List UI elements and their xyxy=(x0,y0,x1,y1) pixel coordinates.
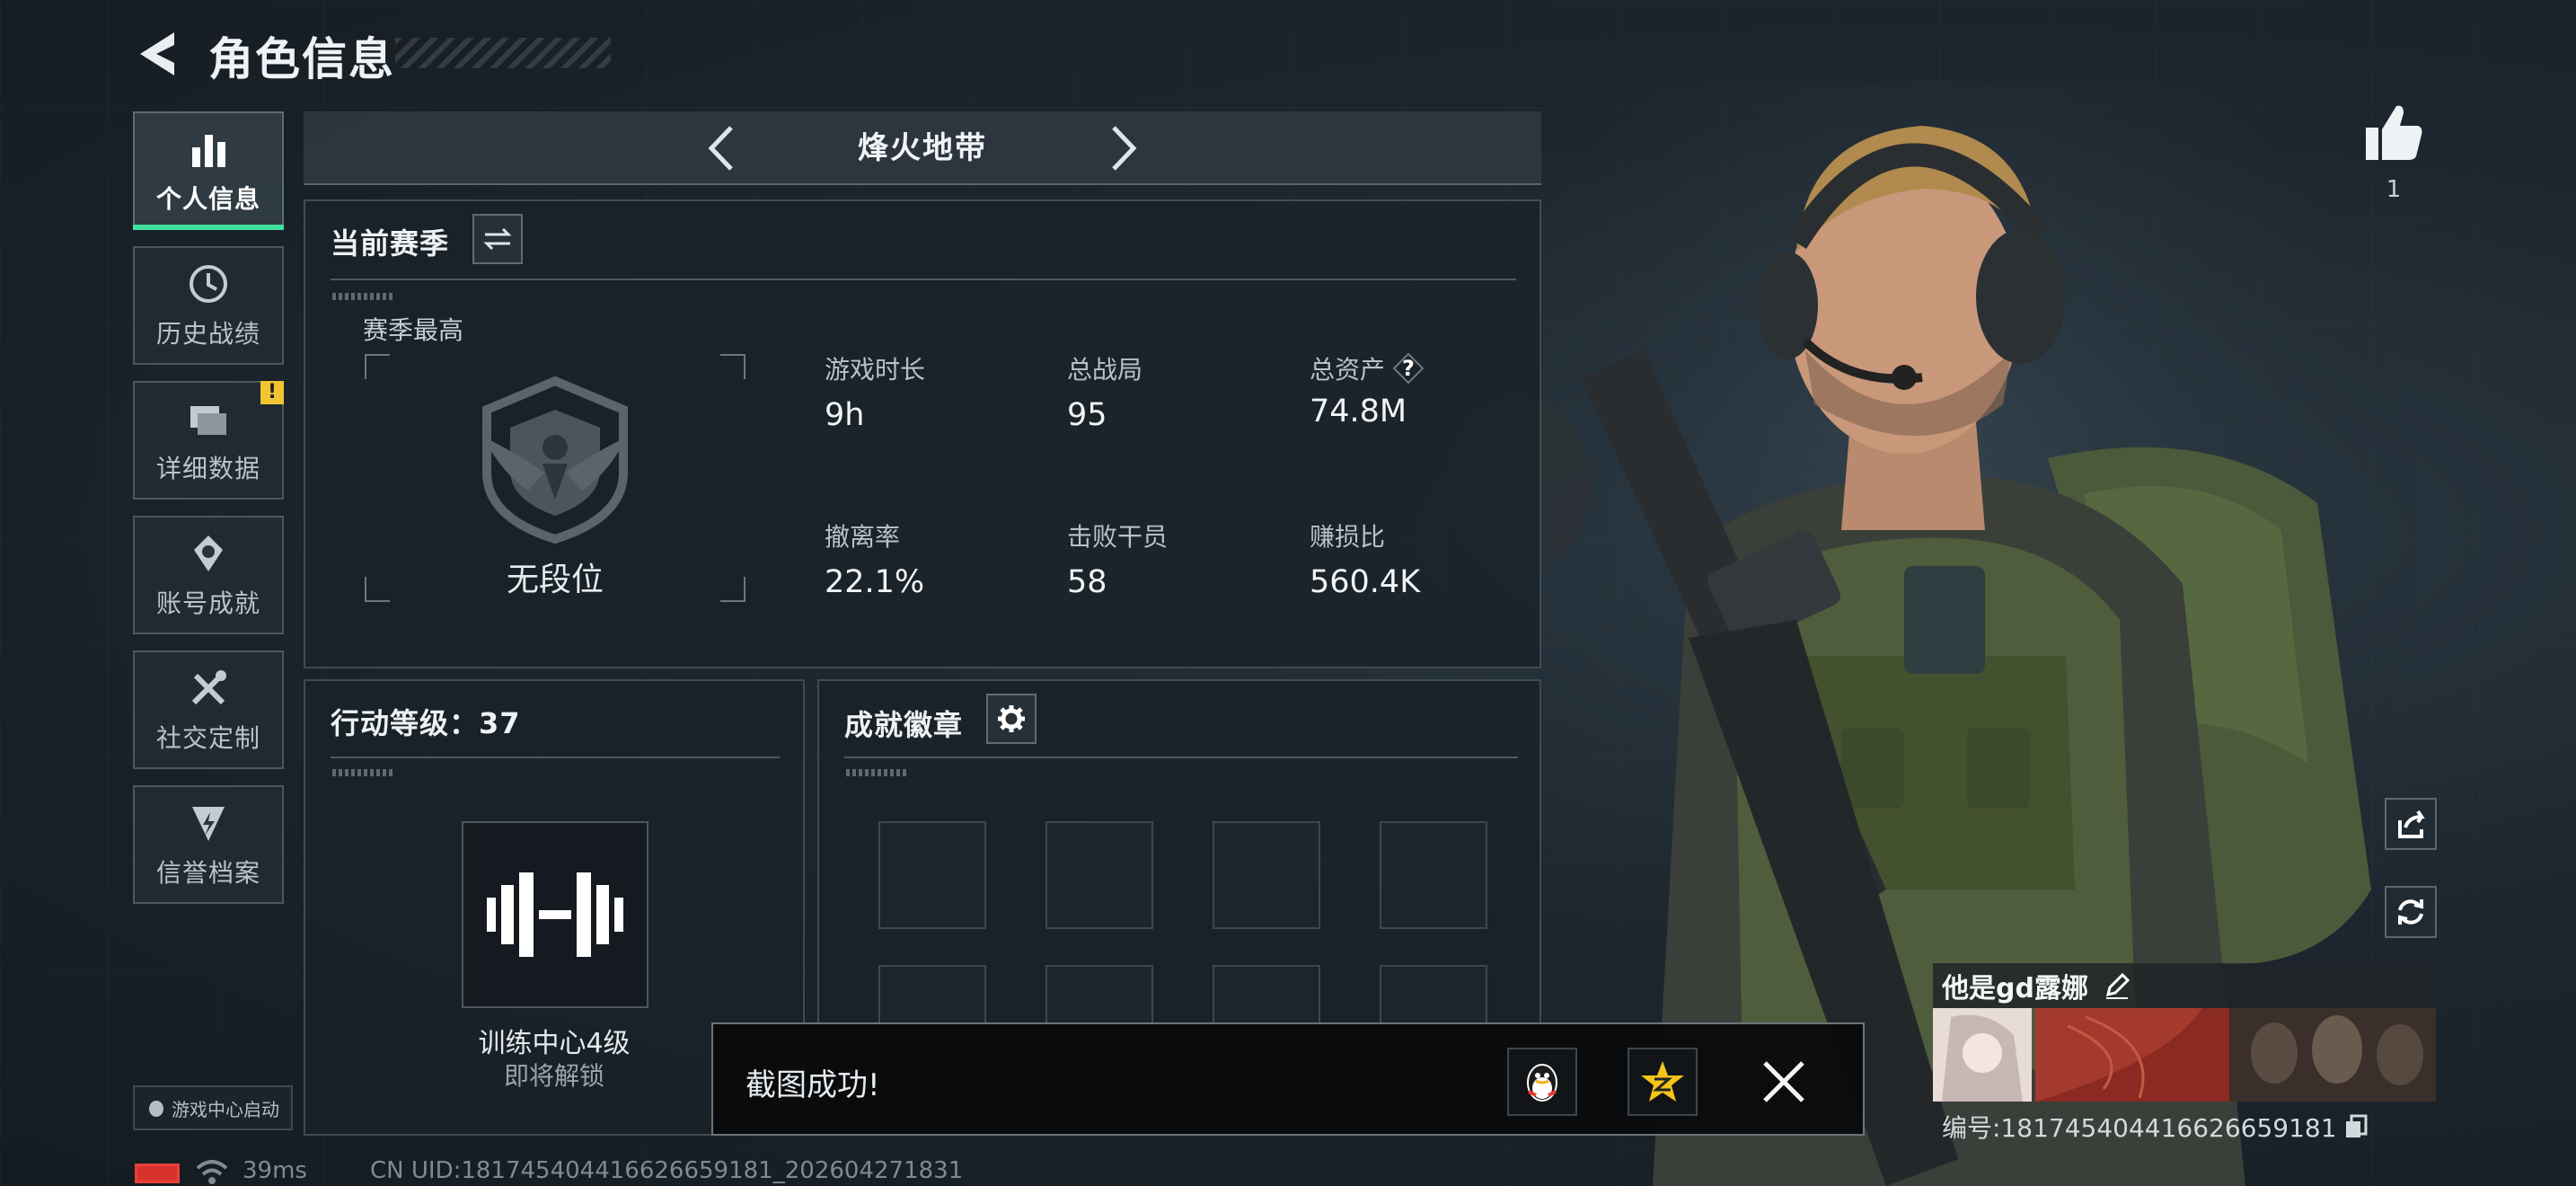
screenshot-toast: 截图成功! xyxy=(711,1022,1865,1136)
mode-selector: 烽火地带 xyxy=(304,111,1541,185)
action-level-title: 行动等级：37 xyxy=(331,706,521,740)
help-glyph: ? xyxy=(1402,356,1415,381)
stat-total-assets: 总资产 ? 74.8M xyxy=(1310,350,1425,429)
chevron-left-icon[interactable] xyxy=(695,120,749,176)
qq-penguin-icon xyxy=(1527,1064,1557,1102)
divider xyxy=(331,757,780,758)
stat-value: 95 xyxy=(1067,397,1107,433)
divider xyxy=(331,279,1516,280)
history-clock-icon xyxy=(190,265,227,303)
stat-label: 总战局 xyxy=(1067,355,1143,385)
game-center-launch[interactable]: 游戏中心启动 xyxy=(133,1085,293,1130)
player-name-bar: 他是gd露娜 xyxy=(1933,963,2436,1008)
decoration-stripe xyxy=(846,769,909,776)
rank-frame: 无段位 xyxy=(365,354,745,602)
swap-icon xyxy=(483,227,512,251)
back-arrow-icon[interactable] xyxy=(133,27,180,81)
sidebar-item-personal-info[interactable]: 个人信息 xyxy=(133,111,284,230)
uid-footer: CN UID:181745404416626659181_20260427183… xyxy=(370,1157,964,1184)
stat-total-matches: 总战局 95 xyxy=(1067,350,1142,433)
badge-slot[interactable] xyxy=(878,821,986,929)
sidebar-item-label: 信誉档案 xyxy=(155,858,260,888)
sidebar-item-detailed-data[interactable]: 详细数据 ! xyxy=(133,381,284,500)
stat-label: 赚损比 xyxy=(1310,522,1386,552)
banner-artwork xyxy=(1933,1008,2436,1102)
stat-value: 9h xyxy=(825,397,865,433)
stat-label: 总资产 xyxy=(1310,355,1386,385)
sidebar-item-label: 详细数据 xyxy=(155,454,260,483)
tools-icon xyxy=(191,670,226,705)
sidebar-item-label: 历史战绩 xyxy=(155,319,260,349)
stat-value: 560.4K xyxy=(1310,564,1421,600)
stat-extraction-rate: 撤离率 22.1% xyxy=(825,518,924,600)
rank-label: 无段位 xyxy=(506,562,604,598)
player-uid: 编号:181745404416626659181 xyxy=(1942,1113,2337,1143)
battery-icon xyxy=(135,1164,180,1183)
stat-operators-defeated: 击败干员 58 xyxy=(1067,518,1168,600)
season-title: 当前赛季 xyxy=(331,226,450,261)
chevron-right-icon[interactable] xyxy=(1096,120,1150,176)
player-banner[interactable] xyxy=(1933,1008,2436,1102)
sidebar-item-social[interactable]: 社交定制 xyxy=(133,651,284,769)
wifi-icon xyxy=(196,1160,228,1184)
help-icon[interactable]: ? xyxy=(1392,352,1425,385)
player-name: 他是gd露娜 xyxy=(1942,973,2088,1005)
thumbs-up-icon[interactable] xyxy=(2360,101,2427,167)
toast-message: 截图成功! xyxy=(745,1067,880,1103)
mode-title: 烽火地带 xyxy=(858,130,987,166)
share-qzone-button[interactable] xyxy=(1628,1048,1698,1116)
title-decoration xyxy=(395,38,611,68)
share-icon xyxy=(2398,810,2425,838)
sidebar-item-reputation[interactable]: 信誉档案 xyxy=(133,785,284,904)
like-count: 1 xyxy=(2386,176,2402,203)
launch-chip-label: 游戏中心启动 xyxy=(172,1098,279,1120)
sidebar-item-history[interactable]: 历史战绩 xyxy=(133,246,284,365)
refresh-icon xyxy=(2398,899,2423,925)
stat-label: 游戏时长 xyxy=(825,355,926,385)
swap-season-button[interactable] xyxy=(472,214,523,264)
dumbbell-icon xyxy=(487,872,623,957)
badge-settings-button[interactable] xyxy=(986,694,1037,744)
close-icon[interactable] xyxy=(1750,1048,1818,1116)
player-uid-row: 编号:181745404416626659181 xyxy=(1942,1109,2368,1145)
stat-value: 22.1% xyxy=(825,564,925,600)
rank-emblem-icon xyxy=(482,376,628,544)
badge-slot[interactable] xyxy=(1380,821,1487,929)
warning-badge: ! xyxy=(260,381,284,404)
shield-lightning-icon xyxy=(192,807,225,841)
divider xyxy=(844,757,1518,758)
edit-pencil-icon[interactable] xyxy=(2103,971,2131,1000)
sidebar-item-label: 账号成就 xyxy=(155,589,260,618)
medal-icon xyxy=(194,535,223,571)
season-best-label: 赛季最高 xyxy=(363,315,464,345)
decoration-stripe xyxy=(332,769,395,776)
ping-readout: 39ms xyxy=(243,1157,307,1184)
sidebar-item-label: 个人信息 xyxy=(155,184,260,214)
bar-chart-icon xyxy=(192,135,225,167)
stat-value: 58 xyxy=(1067,564,1107,600)
season-panel: 当前赛季 赛季最高 无段位 游戏时长 9h 总战局 95 总资产 ? 74.8M… xyxy=(304,199,1541,668)
badge-slot[interactable] xyxy=(1045,821,1153,929)
copy-icon[interactable] xyxy=(2344,1114,2368,1139)
share-button[interactable] xyxy=(2385,798,2437,850)
penguin-icon xyxy=(149,1101,163,1117)
training-center-card[interactable] xyxy=(462,821,648,1008)
sidebar-item-achievements[interactable]: 账号成就 xyxy=(133,516,284,634)
sidebar-item-label: 社交定制 xyxy=(155,723,260,753)
refresh-button[interactable] xyxy=(2385,886,2437,938)
stat-play-time: 游戏时长 9h xyxy=(825,350,925,433)
stat-label: 击败干员 xyxy=(1067,522,1169,552)
gear-icon xyxy=(998,705,1025,732)
decoration-stripe xyxy=(332,293,395,300)
stat-value: 74.8M xyxy=(1310,394,1407,429)
badges-title: 成就徽章 xyxy=(844,708,964,742)
stat-profit-loss: 赚损比 560.4K xyxy=(1310,518,1420,600)
page-title: 角色信息 xyxy=(208,33,395,85)
qzone-star-icon xyxy=(1641,1061,1684,1102)
folder-icon xyxy=(190,406,226,435)
share-qq-button[interactable] xyxy=(1507,1048,1577,1116)
badge-slot[interactable] xyxy=(1213,821,1320,929)
stat-label: 撤离率 xyxy=(825,522,901,552)
